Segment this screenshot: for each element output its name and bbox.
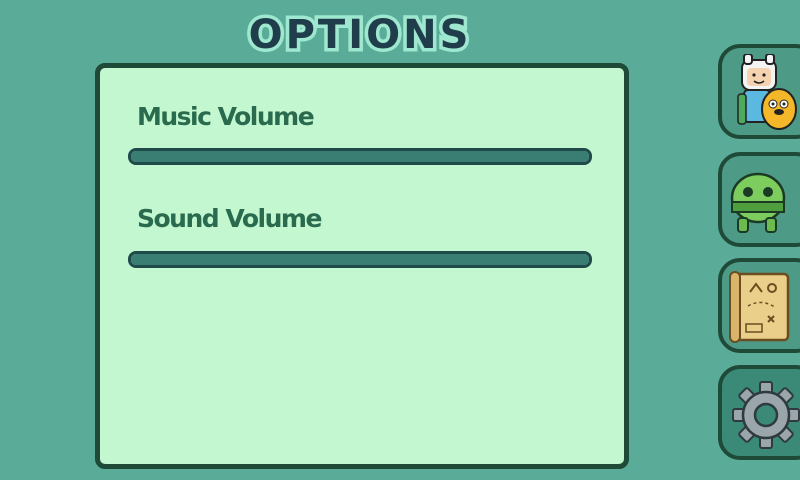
- options-screen: OPTIONS Music Volume Sound Volume: [0, 0, 800, 480]
- music-volume-slider[interactable]: [128, 148, 592, 165]
- tab-enemies[interactable]: [718, 152, 800, 247]
- tab-characters[interactable]: [718, 44, 800, 139]
- finn-and-jake-icon: [737, 54, 797, 130]
- options-panel: Music Volume Sound Volume: [95, 63, 629, 469]
- tab-options[interactable]: [718, 365, 800, 460]
- sound-volume-slider[interactable]: [128, 251, 592, 268]
- music-volume-label: Music Volume: [137, 102, 315, 131]
- sound-volume-fill: [131, 254, 589, 265]
- title-graphic: OPTIONS: [245, 9, 472, 61]
- sound-volume-label: Sound Volume: [137, 204, 322, 233]
- treasure-map-icon: [729, 271, 790, 343]
- music-volume-fill: [131, 151, 589, 162]
- green-creature-icon: [730, 172, 786, 233]
- title-text: OPTIONS: [249, 12, 472, 58]
- page-title: OPTIONS: [180, 8, 540, 61]
- gear-icon: [732, 381, 800, 449]
- tab-map[interactable]: [718, 258, 800, 353]
